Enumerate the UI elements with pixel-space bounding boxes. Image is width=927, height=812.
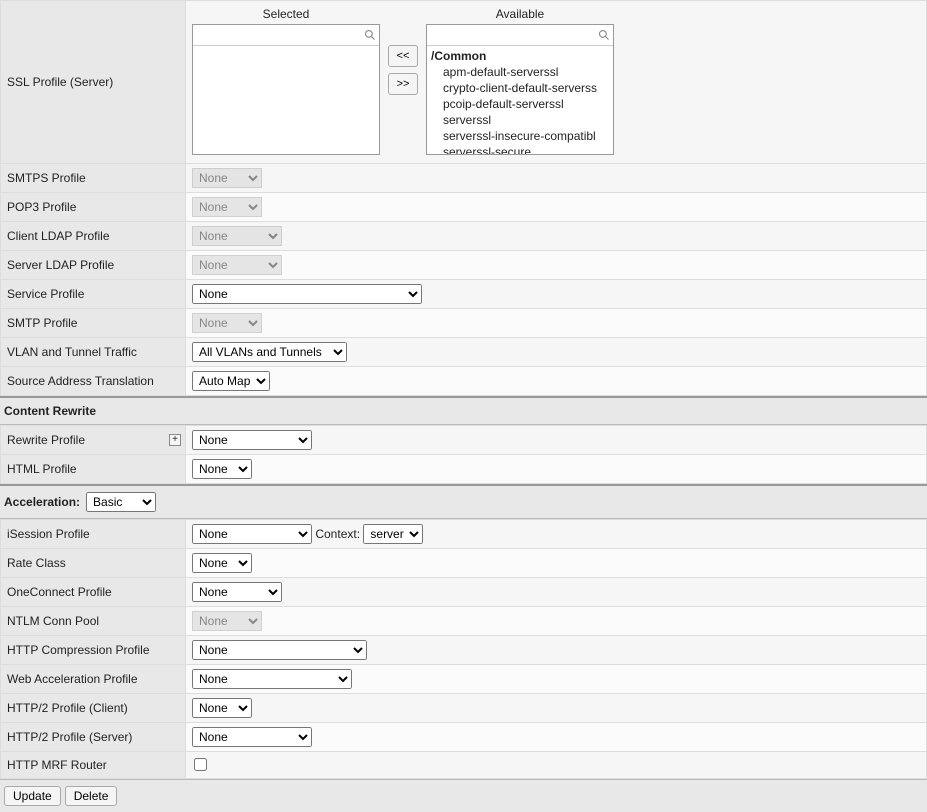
server-ldap-profile-select: None [192,255,282,275]
rewrite-profile-label: Rewrite Profile + [1,426,186,455]
http-compression-profile-select[interactable]: None [192,640,367,660]
snat-select[interactable]: Auto Map [192,371,270,391]
oneconnect-profile-select[interactable]: None [192,582,282,602]
content-rewrite-section: Content Rewrite [0,396,927,425]
selected-search-input[interactable] [193,25,361,45]
web-acceleration-profile-select[interactable]: None [192,669,352,689]
available-search-input[interactable] [427,25,595,45]
vlan-tunnel-select[interactable]: All VLANs and Tunnels [192,342,347,362]
list-item[interactable]: pcoip-default-serverssl [431,96,609,112]
context-label: Context: [315,527,360,541]
ntlm-conn-pool-label: NTLM Conn Pool [1,607,186,636]
http2-client-profile-label: HTTP/2 Profile (Client) [1,694,186,723]
move-left-button[interactable]: << [388,45,418,67]
rate-class-label: Rate Class [1,549,186,578]
delete-button[interactable]: Delete [65,786,118,806]
isession-profile-label: iSession Profile [1,520,186,549]
plus-icon[interactable]: + [169,434,181,446]
vlan-tunnel-label: VLAN and Tunnel Traffic [1,338,186,367]
snat-label: Source Address Translation [1,367,186,396]
smtp-profile-label: SMTP Profile [1,309,186,338]
acceleration-mode-select[interactable]: Basic [86,492,156,512]
http-compression-profile-label: HTTP Compression Profile [1,636,186,665]
search-icon [361,27,379,43]
available-title: Available [426,7,614,24]
smtps-profile-label: SMTPS Profile [1,164,186,193]
selected-list[interactable] [193,46,379,154]
smtps-profile-select: None [192,168,262,188]
list-item[interactable]: crypto-client-default-serverss [431,80,609,96]
list-group: /Common [431,48,609,64]
client-ldap-profile-label: Client LDAP Profile [1,222,186,251]
rewrite-profile-select[interactable]: None [192,430,312,450]
service-profile-label: Service Profile [1,280,186,309]
acceleration-section: Acceleration: Basic [0,484,927,519]
available-list[interactable]: /Common apm-default-serverssl crypto-cli… [427,46,613,154]
isession-profile-select[interactable]: None [192,524,312,544]
client-ldap-profile-select: None [192,226,282,246]
pop3-profile-select: None [192,197,262,217]
rate-class-select[interactable]: None [192,553,252,573]
ssl-server-profile-label: SSL Profile (Server) [1,1,186,164]
web-acceleration-profile-label: Web Acceleration Profile [1,665,186,694]
list-item[interactable]: apm-default-serverssl [431,64,609,80]
server-ldap-profile-label: Server LDAP Profile [1,251,186,280]
update-button[interactable]: Update [4,786,61,806]
html-profile-label: HTML Profile [1,455,186,484]
list-item[interactable]: serverssl-insecure-compatibl [431,128,609,144]
oneconnect-profile-label: OneConnect Profile [1,578,186,607]
html-profile-select[interactable]: None [192,459,252,479]
http2-client-profile-select[interactable]: None [192,698,252,718]
list-item[interactable]: serverssl-secure [431,144,609,154]
move-right-button[interactable]: >> [388,73,418,95]
isession-context-select[interactable]: server [363,524,423,544]
ntlm-conn-pool-select: None [192,611,262,631]
http2-server-profile-label: HTTP/2 Profile (Server) [1,723,186,752]
pop3-profile-label: POP3 Profile [1,193,186,222]
service-profile-select[interactable]: None [192,284,422,304]
http-mrf-router-label: HTTP MRF Router [1,752,186,779]
http2-server-profile-select[interactable]: None [192,727,312,747]
search-icon [595,27,613,43]
http-mrf-router-checkbox[interactable] [194,758,207,771]
smtp-profile-select: None [192,313,262,333]
list-item[interactable]: serverssl [431,112,609,128]
selected-title: Selected [192,7,380,24]
